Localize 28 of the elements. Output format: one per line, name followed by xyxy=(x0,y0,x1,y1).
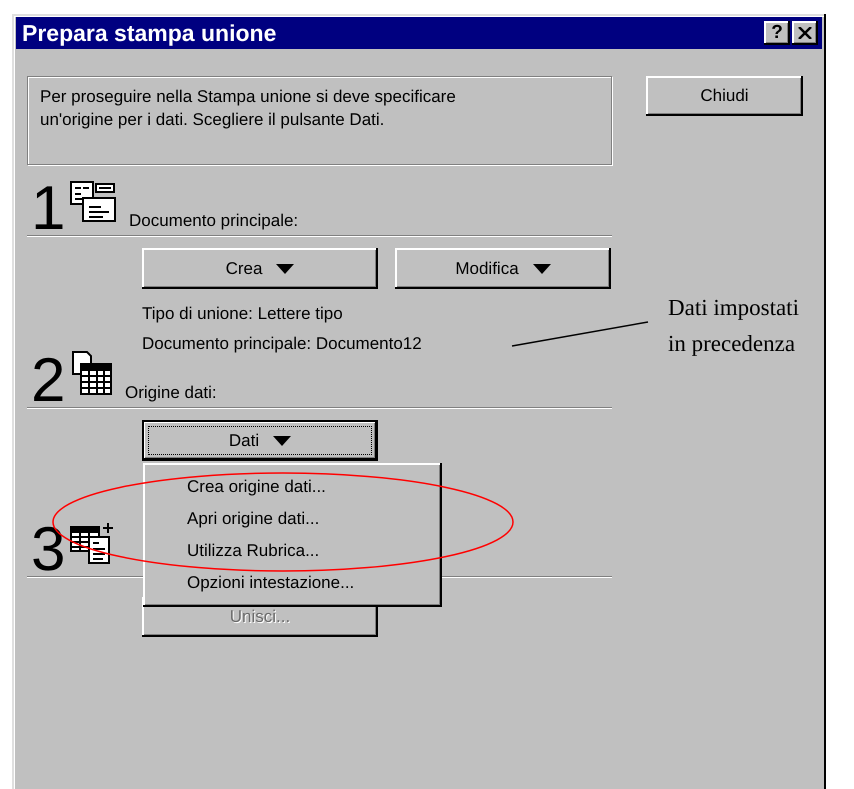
annotation-text: Dati impostati xyxy=(668,294,799,322)
caret-icon xyxy=(532,264,551,274)
dropdown-button[interactable]: Dati xyxy=(142,420,378,461)
instruction-text: Per proseguire nella Stampa unione si deve specificare un'origine per i dati. Scegliere il pulsante Dati. xyxy=(27,76,612,165)
close-icon xyxy=(798,27,812,39)
table-document-icon xyxy=(69,521,115,565)
document-icon xyxy=(69,180,117,224)
close-dialog-button[interactable]: Chiudi xyxy=(646,76,803,116)
caret-icon xyxy=(276,264,294,274)
dropdown-button[interactable]: Crea xyxy=(142,248,378,289)
window-title: Prepara stampa unione xyxy=(22,20,278,46)
dropdown-button[interactable]: Modifica xyxy=(395,248,611,289)
menu-item[interactable]: Apri origine dati... xyxy=(187,503,438,535)
menu-item[interactable]: Crea origine dati... xyxy=(187,471,438,503)
section-label: Origine dati: xyxy=(125,383,217,403)
annotation-text: in precedenza xyxy=(668,330,796,358)
menu-item[interactable]: Opzioni intestazione... xyxy=(187,567,438,599)
close-button[interactable] xyxy=(792,21,818,45)
info-text: Documento principale: Documento12 xyxy=(142,333,422,355)
help-button[interactable]: ? xyxy=(764,21,790,45)
info-text: Tipo di unione: Lettere tipo xyxy=(142,303,343,325)
step-number: 3 xyxy=(31,524,66,576)
section-label: Documento principale: xyxy=(129,211,298,231)
menu-item[interactable]: Utilizza Rubrica... xyxy=(187,535,438,567)
caret-icon xyxy=(273,436,292,446)
step-number: 1 xyxy=(31,183,66,235)
table-icon xyxy=(69,350,113,396)
step-number: 2 xyxy=(31,355,66,407)
